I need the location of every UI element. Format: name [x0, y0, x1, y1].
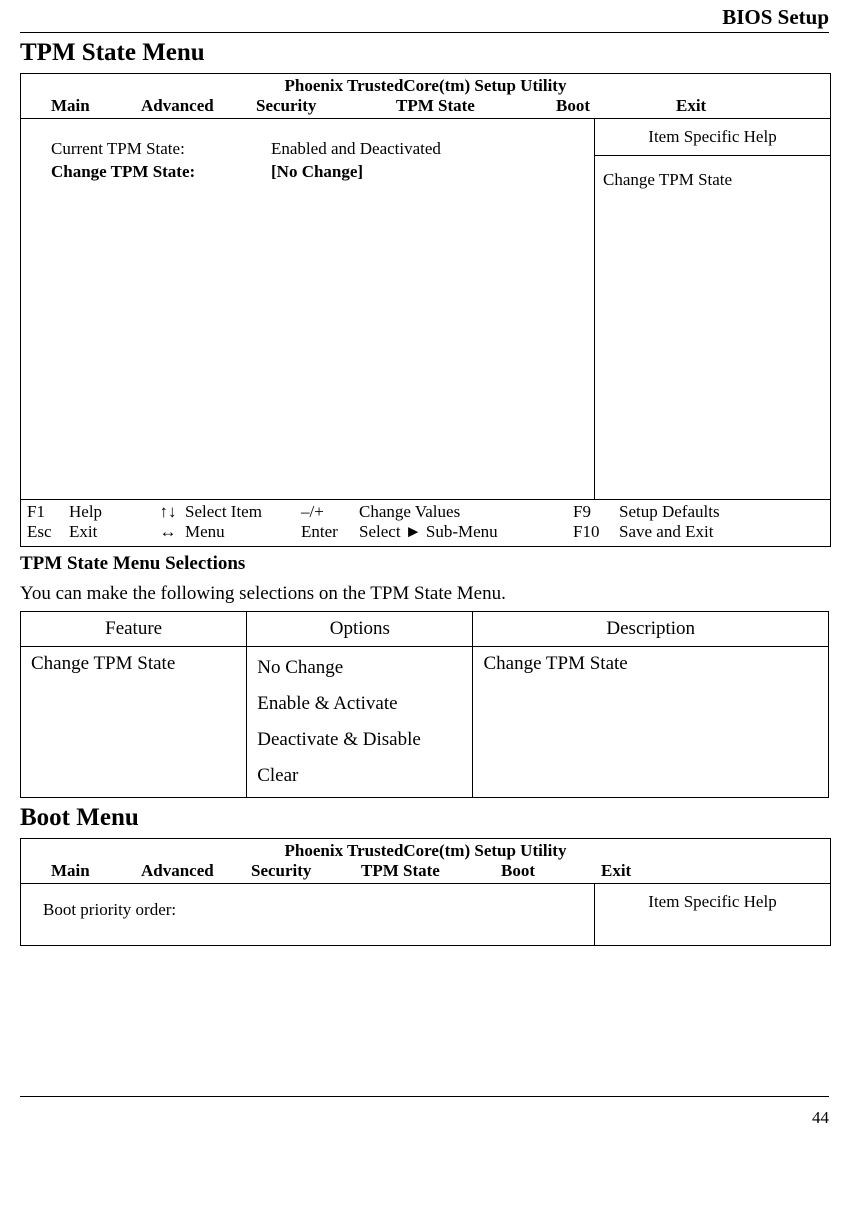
footer-action: Setup Defaults [619, 502, 720, 522]
footer-key: Enter [301, 522, 359, 542]
bios-box-tpm: Phoenix TrustedCore(tm) Setup Utility Ma… [20, 73, 831, 547]
table-row: Change TPM State No Change Enable & Acti… [21, 647, 829, 798]
bios-label: Change TPM State: [51, 162, 271, 182]
option-item: Enable & Activate [257, 693, 462, 715]
bios-menubar[interactable]: Main Advanced Security TPM State Boot Ex… [21, 861, 830, 884]
menu-advanced[interactable]: Advanced [141, 96, 256, 116]
boot-priority-label: Boot priority order: [43, 900, 584, 920]
menu-main[interactable]: Main [51, 96, 141, 116]
bios-row-change-tpm[interactable]: Change TPM State: [No Change] [51, 162, 584, 182]
subsection-title-tpm-selections: TPM State Menu Selections [20, 553, 829, 575]
option-item: No Change [257, 657, 462, 679]
footer-action: Select ► Sub-Menu [359, 522, 573, 542]
table-header-row: Feature Options Description [21, 612, 829, 647]
footer-key: Esc [27, 522, 69, 542]
help-title: Item Specific Help [595, 884, 830, 920]
intro-text: You can make the following selections on… [20, 583, 829, 605]
menu-exit[interactable]: Exit [601, 861, 800, 881]
td-feature: Change TPM State [21, 647, 247, 798]
footer-action: Save and Exit [619, 522, 713, 542]
bios-title: Phoenix TrustedCore(tm) Setup Utility [21, 74, 830, 96]
running-header: BIOS Setup [20, 0, 829, 32]
menu-main[interactable]: Main [51, 861, 141, 881]
bios-title: Phoenix TrustedCore(tm) Setup Utility [21, 839, 830, 861]
footer-action: Exit [69, 522, 151, 542]
footer-key: ↔ [151, 522, 185, 542]
menu-tpm-state[interactable]: TPM State [361, 861, 501, 881]
bios-label: Current TPM State: [51, 139, 271, 159]
footer-rule [20, 1096, 829, 1097]
menu-exit[interactable]: Exit [676, 96, 800, 116]
bios-footer-row-1: F1 Help ↑↓ Select Item –/+ Change Values… [27, 502, 824, 522]
section-title-boot: Boot Menu [20, 804, 829, 832]
footer-key: F9 [573, 502, 619, 522]
menu-boot[interactable]: Boot [556, 96, 676, 116]
footer-action: Help [69, 502, 151, 522]
option-item: Deactivate & Disable [257, 729, 462, 751]
bios-left-pane: Boot priority order: [21, 884, 594, 945]
bios-value[interactable]: [No Change] [271, 162, 584, 182]
bios-right-pane: Item Specific Help [594, 884, 830, 945]
footer-action: Select Item [185, 502, 301, 522]
selections-table: Feature Options Description Change TPM S… [20, 611, 829, 798]
footer-key: –/+ [301, 502, 359, 522]
option-item: Clear [257, 765, 462, 787]
th-description: Description [473, 612, 829, 647]
bios-row-current-tpm: Current TPM State: Enabled and Deactivat… [51, 139, 584, 159]
bios-right-pane: Item Specific Help Change TPM State [594, 119, 830, 499]
menu-boot[interactable]: Boot [501, 861, 601, 881]
header-rule [20, 32, 829, 33]
section-title-tpm: TPM State Menu [20, 39, 829, 67]
bios-footer-row-2: Esc Exit ↔ Menu Enter Select ► Sub-Menu … [27, 522, 824, 542]
th-options: Options [247, 612, 473, 647]
bios-menubar[interactable]: Main Advanced Security TPM State Boot Ex… [21, 96, 830, 119]
menu-security[interactable]: Security [256, 96, 396, 116]
help-title: Item Specific Help [595, 119, 830, 156]
td-description: Change TPM State [473, 647, 829, 798]
footer-key: F10 [573, 522, 619, 542]
footer-action: Menu [185, 522, 301, 542]
help-body: Change TPM State [595, 156, 830, 499]
menu-security[interactable]: Security [251, 861, 361, 881]
menu-tpm-state[interactable]: TPM State [396, 96, 556, 116]
th-feature: Feature [21, 612, 247, 647]
bios-left-pane: Current TPM State: Enabled and Deactivat… [21, 119, 594, 499]
footer-action: Change Values [359, 502, 573, 522]
bios-footer: F1 Help ↑↓ Select Item –/+ Change Values… [21, 499, 830, 546]
footer-key: F1 [27, 502, 69, 522]
page-number: 44 [20, 1106, 829, 1136]
bios-box-boot: Phoenix TrustedCore(tm) Setup Utility Ma… [20, 838, 831, 946]
footer-key: ↑↓ [151, 502, 185, 522]
menu-advanced[interactable]: Advanced [141, 861, 251, 881]
bios-value: Enabled and Deactivated [271, 139, 584, 159]
td-options: No Change Enable & Activate Deactivate &… [247, 647, 473, 798]
